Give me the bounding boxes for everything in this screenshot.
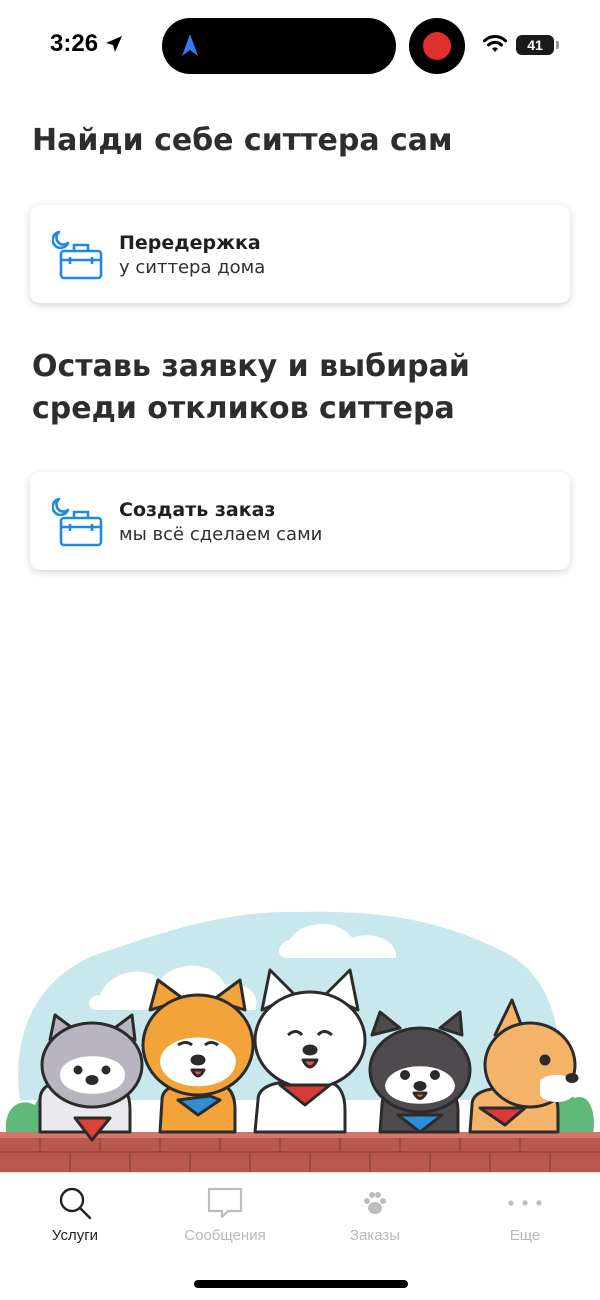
- bag-moon-icon: [52, 497, 103, 547]
- battery-level: 41: [527, 37, 543, 53]
- card-title: Передержка: [119, 232, 261, 254]
- shiba-dog-orange: [141, 978, 255, 1134]
- shiba-dog-black: [368, 1010, 472, 1134]
- tab-services[interactable]: Услуги: [15, 1185, 135, 1244]
- screen-recording-indicator: [409, 18, 465, 74]
- dogs-illustration: [0, 911, 600, 1172]
- card-title: Создать заказ: [119, 499, 276, 521]
- location-arrow-icon: [106, 36, 123, 52]
- card-subtitle: у ситтера дома: [119, 257, 266, 278]
- tab-more[interactable]: Еще: [465, 1185, 585, 1244]
- more-icon: [508, 1200, 542, 1206]
- tab-label: Услуги: [51, 1227, 99, 1244]
- paw-icon: [364, 1192, 386, 1214]
- record-icon: [423, 32, 451, 60]
- status-bar: 3:26 41: [0, 0, 600, 92]
- battery-indicator: 41: [516, 35, 554, 55]
- service-card-create-order[interactable]: Создать заказ мы всё сделаем сами: [30, 472, 570, 570]
- husky-dog: [38, 1013, 144, 1142]
- card-subtitle: мы всё сделаем сами: [119, 524, 323, 545]
- message-icon: [207, 1187, 243, 1219]
- dynamic-island: [162, 18, 396, 74]
- tab-messages[interactable]: Сообщения: [165, 1185, 285, 1244]
- search-icon: [59, 1187, 92, 1220]
- clock: 3:26: [50, 30, 99, 57]
- home-indicator[interactable]: [194, 1280, 408, 1288]
- navigation-arrow-icon: [182, 34, 198, 56]
- bag-moon-icon: [52, 230, 103, 280]
- card-text: Передержка у ситтера дома: [119, 231, 265, 281]
- tab-label: Сообщения: [184, 1227, 266, 1244]
- status-time: 3:26: [50, 30, 124, 58]
- wifi-icon: [483, 35, 507, 52]
- tab-label: Заказы: [349, 1227, 401, 1244]
- section-title-create-request: Оставь заявку и выбирай среди откликов с…: [32, 349, 470, 426]
- card-text: Создать заказ мы всё сделаем сами: [119, 498, 322, 548]
- section-title-find-sitter: Найди себе ситтера сам: [32, 123, 453, 158]
- white-dog: [253, 968, 367, 1134]
- battery-cap: [556, 41, 559, 49]
- service-card-boarding[interactable]: Передержка у ситтера дома: [30, 205, 570, 303]
- tab-orders[interactable]: Заказы: [315, 1185, 435, 1244]
- tab-label: Еще: [509, 1227, 541, 1244]
